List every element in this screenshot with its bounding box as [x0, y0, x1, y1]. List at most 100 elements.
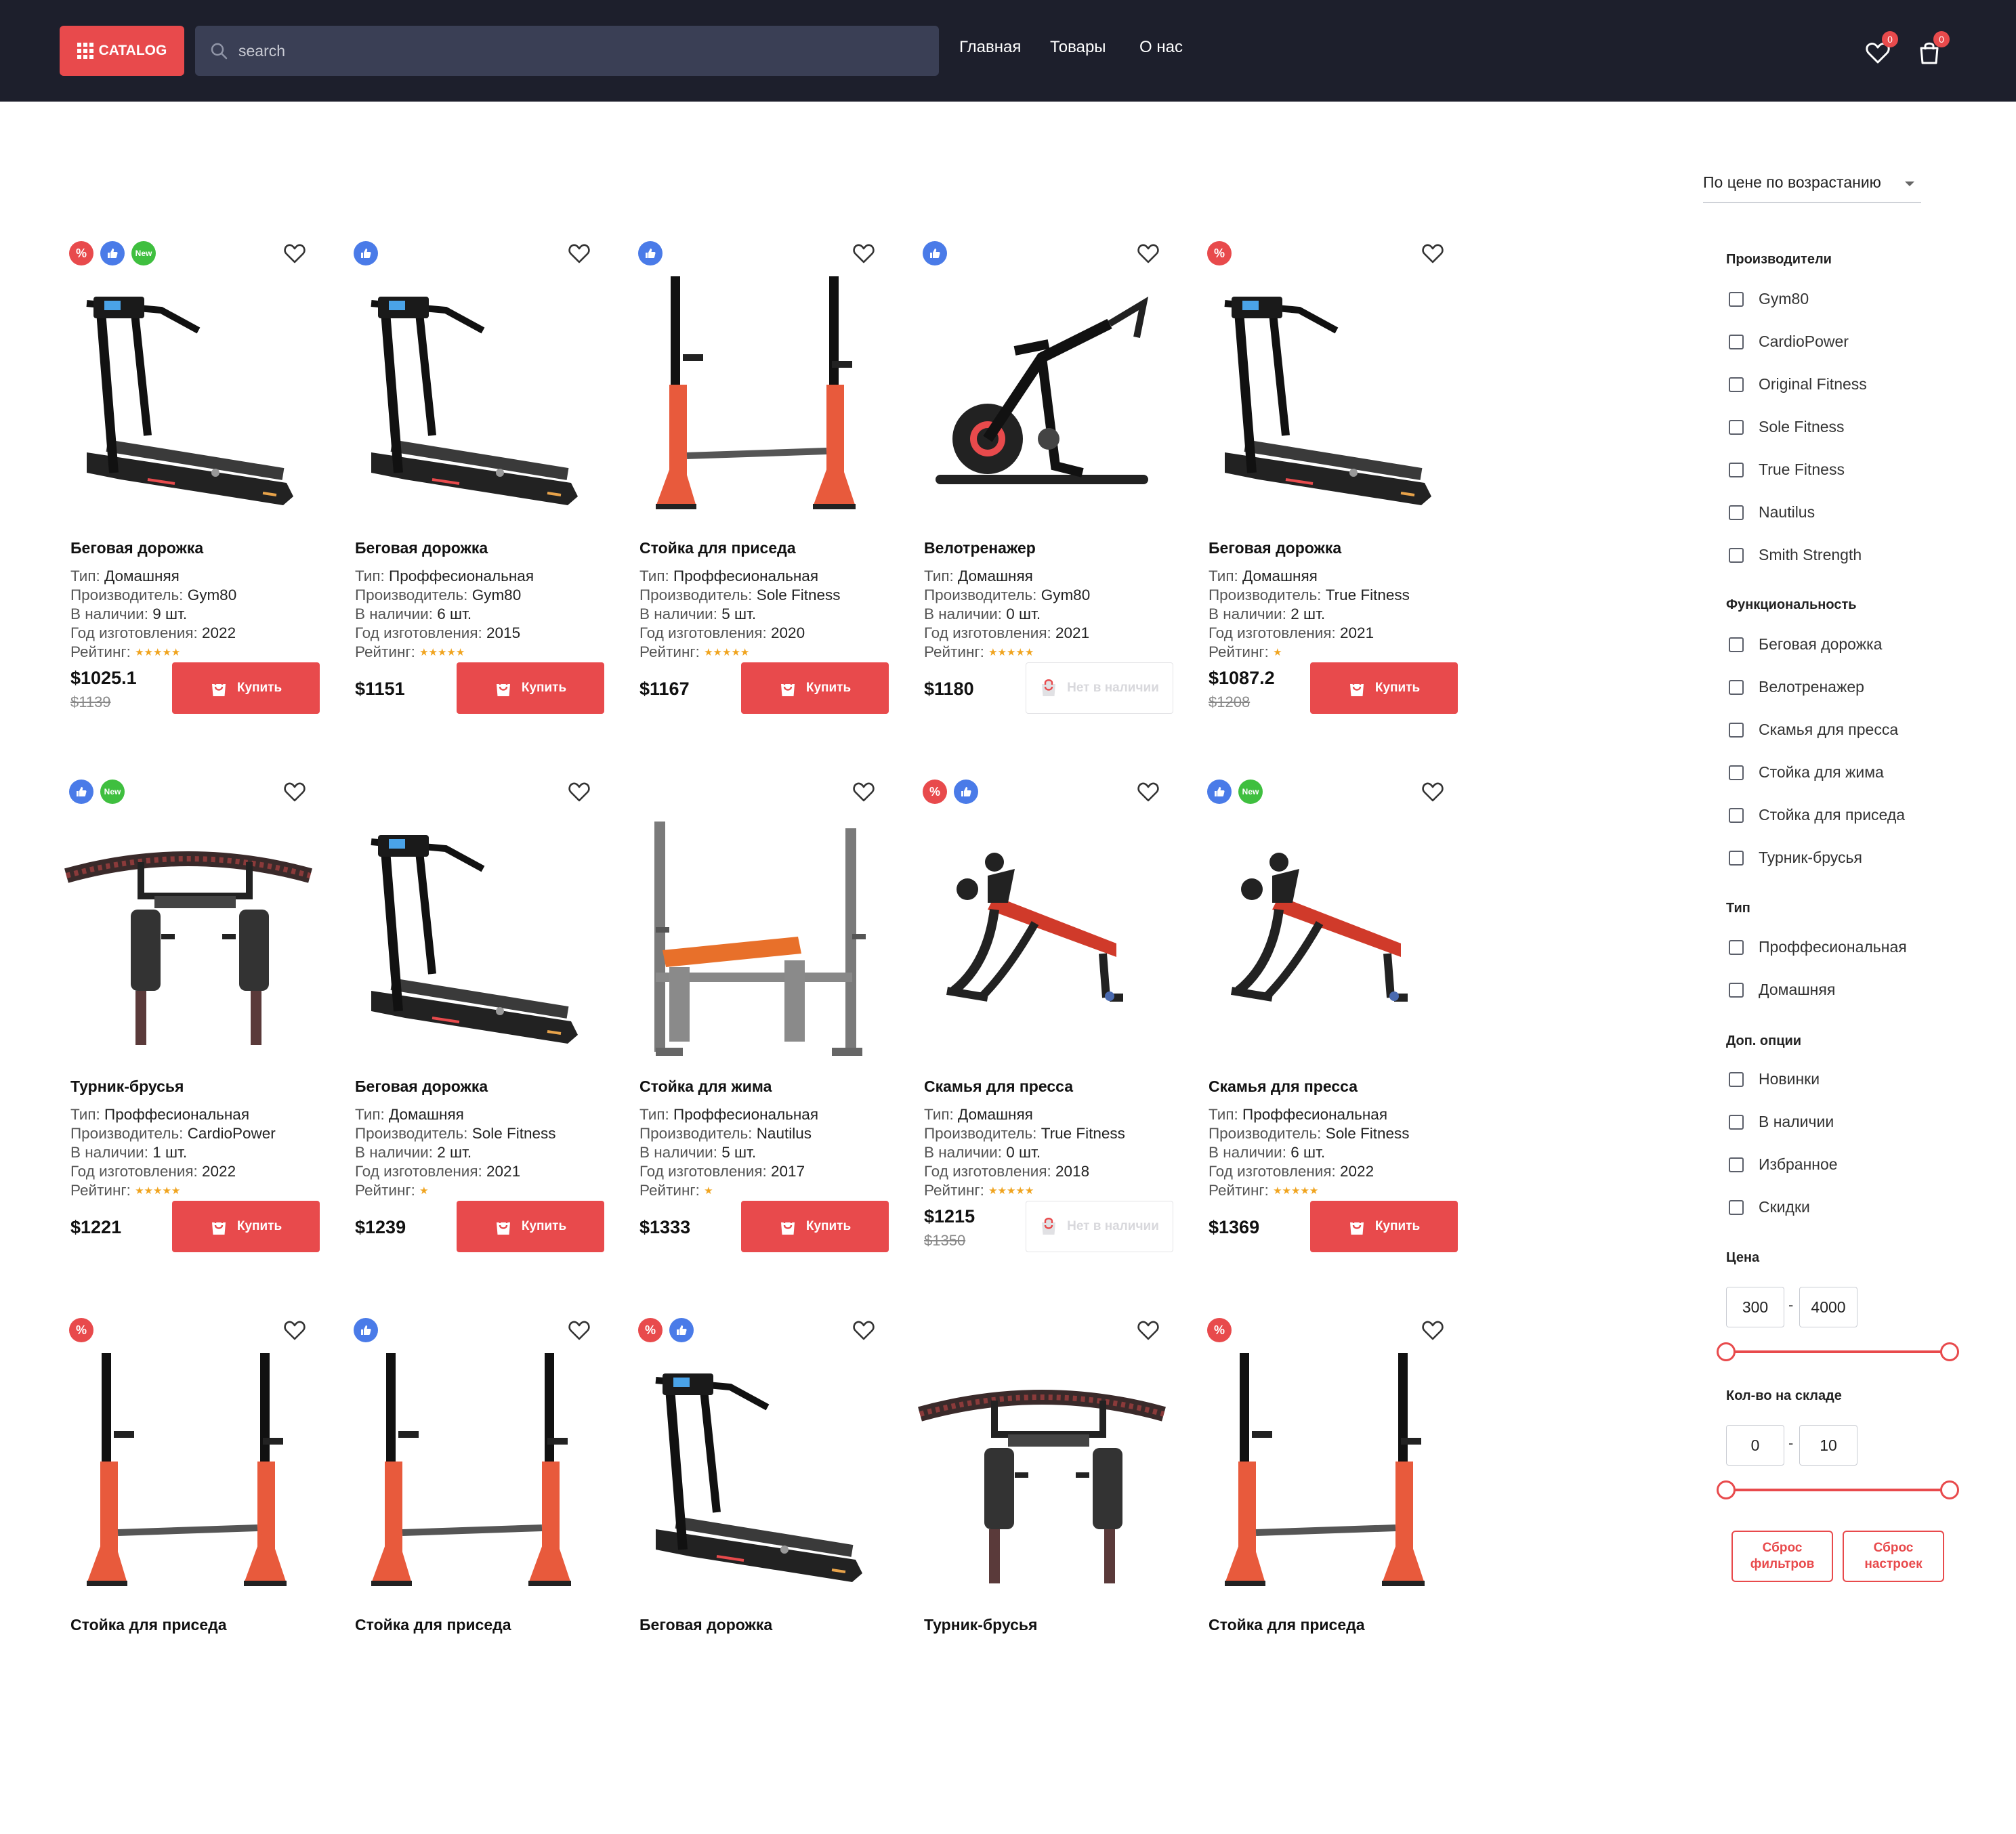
- product-title[interactable]: Велотренажер: [924, 539, 1036, 557]
- product-title[interactable]: Стойка для приседа: [639, 539, 796, 557]
- product-image-rack[interactable]: [60, 1353, 317, 1611]
- checkbox[interactable]: [1729, 334, 1744, 349]
- checkbox[interactable]: [1729, 419, 1744, 435]
- stock-slider-min-handle[interactable]: [1717, 1480, 1736, 1499]
- filter-option-nautilus[interactable]: Nautilus: [1729, 503, 1815, 521]
- checkbox[interactable]: [1729, 377, 1744, 392]
- product-title[interactable]: Беговая дорожка: [1209, 539, 1341, 557]
- buy-button[interactable]: Купить: [172, 1201, 320, 1252]
- product-image-treadmill[interactable]: [629, 1353, 886, 1611]
- product-image-abbench[interactable]: [913, 815, 1171, 1072]
- favorite-heart-icon[interactable]: [1421, 781, 1444, 803]
- filter-option-ab-bench[interactable]: Скамья для пресса: [1729, 721, 1898, 739]
- buy-button[interactable]: Купить: [1310, 1201, 1458, 1252]
- product-image-treadmill[interactable]: [60, 276, 317, 534]
- favorite-heart-icon[interactable]: [1421, 1319, 1444, 1341]
- product-title[interactable]: Беговая дорожка: [355, 539, 488, 557]
- product-image-bench[interactable]: [629, 815, 886, 1072]
- stock-max-input[interactable]: 10: [1799, 1425, 1857, 1466]
- filter-option-new[interactable]: Новинки: [1729, 1070, 1820, 1088]
- favorite-heart-icon[interactable]: [283, 1319, 306, 1341]
- price-slider-track[interactable]: [1726, 1350, 1950, 1353]
- filter-option-pullup-bars[interactable]: Турник-брусья: [1729, 849, 1862, 867]
- filter-option-bike[interactable]: Велотренажер: [1729, 678, 1864, 696]
- checkbox[interactable]: [1729, 679, 1744, 695]
- price-slider-min-handle[interactable]: [1717, 1342, 1736, 1361]
- buy-button[interactable]: Купить: [457, 1201, 604, 1252]
- checkbox[interactable]: [1729, 637, 1744, 652]
- product-title[interactable]: Стойка для жима: [639, 1078, 772, 1096]
- buy-button[interactable]: Купить: [457, 662, 604, 714]
- nav-link-about[interactable]: О нас: [1139, 38, 1183, 57]
- stock-slider-track[interactable]: [1726, 1489, 1950, 1491]
- filter-option-gym80[interactable]: Gym80: [1729, 290, 1809, 308]
- product-image-pullup[interactable]: [60, 815, 317, 1072]
- checkbox[interactable]: [1729, 547, 1744, 563]
- product-title[interactable]: Стойка для приседа: [355, 1616, 511, 1634]
- checkbox[interactable]: [1729, 1157, 1744, 1172]
- product-image-rack[interactable]: [344, 1353, 602, 1611]
- product-image-treadmill[interactable]: [344, 276, 602, 534]
- search-input[interactable]: [238, 30, 939, 71]
- product-title[interactable]: Беговая дорожка: [639, 1616, 772, 1634]
- favorite-heart-icon[interactable]: [1421, 242, 1444, 264]
- nav-link-home[interactable]: Главная: [959, 38, 1021, 57]
- buy-button[interactable]: Купить: [172, 662, 320, 714]
- buy-button[interactable]: Купить: [741, 1201, 889, 1252]
- filter-option-professional[interactable]: Проффесиональная: [1729, 938, 1907, 956]
- product-title[interactable]: Стойка для приседа: [1209, 1616, 1365, 1634]
- filter-option-original-fitness[interactable]: Original Fitness: [1729, 375, 1867, 393]
- product-title[interactable]: Беговая дорожка: [70, 539, 203, 557]
- filter-option-discounts[interactable]: Скидки: [1729, 1198, 1810, 1216]
- filter-option-squat-rack[interactable]: Стойка для приседа: [1729, 806, 1905, 824]
- stock-min-input[interactable]: 0: [1726, 1425, 1784, 1466]
- price-min-input[interactable]: 300: [1726, 1287, 1784, 1327]
- checkbox[interactable]: [1729, 505, 1744, 520]
- filter-option-bench-rack[interactable]: Стойка для жима: [1729, 763, 1884, 782]
- buy-button[interactable]: Купить: [741, 662, 889, 714]
- product-title[interactable]: Турник-брусья: [70, 1078, 184, 1096]
- filter-option-treadmill[interactable]: Беговая дорожка: [1729, 635, 1882, 654]
- buy-button[interactable]: Купить: [1310, 662, 1458, 714]
- checkbox[interactable]: [1729, 462, 1744, 477]
- checkbox[interactable]: [1729, 291, 1744, 307]
- filter-option-home[interactable]: Домашняя: [1729, 981, 1835, 999]
- checkbox[interactable]: [1729, 982, 1744, 998]
- product-title[interactable]: Скамья для пресса: [1209, 1078, 1358, 1096]
- filter-option-sole-fitness[interactable]: Sole Fitness: [1729, 418, 1845, 436]
- product-image-bike[interactable]: [913, 276, 1171, 534]
- filter-option-favorites[interactable]: Избранное: [1729, 1155, 1838, 1174]
- price-max-input[interactable]: 4000: [1799, 1287, 1857, 1327]
- favorite-heart-icon[interactable]: [283, 781, 306, 803]
- filter-option-true-fitness[interactable]: True Fitness: [1729, 461, 1845, 479]
- checkbox[interactable]: [1729, 1071, 1744, 1087]
- sort-select[interactable]: По цене по возрастанию: [1703, 173, 1921, 203]
- favorite-heart-icon[interactable]: [568, 1319, 591, 1341]
- favorite-heart-icon[interactable]: [568, 781, 591, 803]
- checkbox[interactable]: [1729, 1114, 1744, 1130]
- checkbox[interactable]: [1729, 722, 1744, 738]
- favorite-heart-icon[interactable]: [852, 242, 875, 264]
- product-title[interactable]: Беговая дорожка: [355, 1078, 488, 1096]
- favorite-heart-icon[interactable]: [852, 1319, 875, 1341]
- favorite-heart-icon[interactable]: [1137, 781, 1160, 803]
- product-image-rack[interactable]: [629, 276, 886, 534]
- product-image-treadmill[interactable]: [344, 815, 602, 1072]
- cart-button[interactable]: 0: [1916, 31, 1950, 68]
- catalog-button[interactable]: CATALOG: [60, 26, 184, 76]
- favorite-heart-icon[interactable]: [1137, 242, 1160, 264]
- filter-option-cardiopower[interactable]: CardioPower: [1729, 333, 1849, 351]
- reset-filters-button[interactable]: Сброс фильтров: [1731, 1531, 1833, 1582]
- checkbox[interactable]: [1729, 765, 1744, 780]
- checkbox[interactable]: [1729, 807, 1744, 823]
- product-image-abbench[interactable]: [1198, 815, 1455, 1072]
- product-title[interactable]: Стойка для приседа: [70, 1616, 227, 1634]
- nav-link-products[interactable]: Товары: [1050, 38, 1106, 57]
- favorite-heart-icon[interactable]: [283, 242, 306, 264]
- favorite-heart-icon[interactable]: [852, 781, 875, 803]
- product-image-treadmill[interactable]: [1198, 276, 1455, 534]
- filter-option-in-stock[interactable]: В наличии: [1729, 1113, 1834, 1131]
- stock-slider-max-handle[interactable]: [1940, 1480, 1959, 1499]
- checkbox[interactable]: [1729, 939, 1744, 955]
- favorites-button[interactable]: 0: [1864, 31, 1898, 68]
